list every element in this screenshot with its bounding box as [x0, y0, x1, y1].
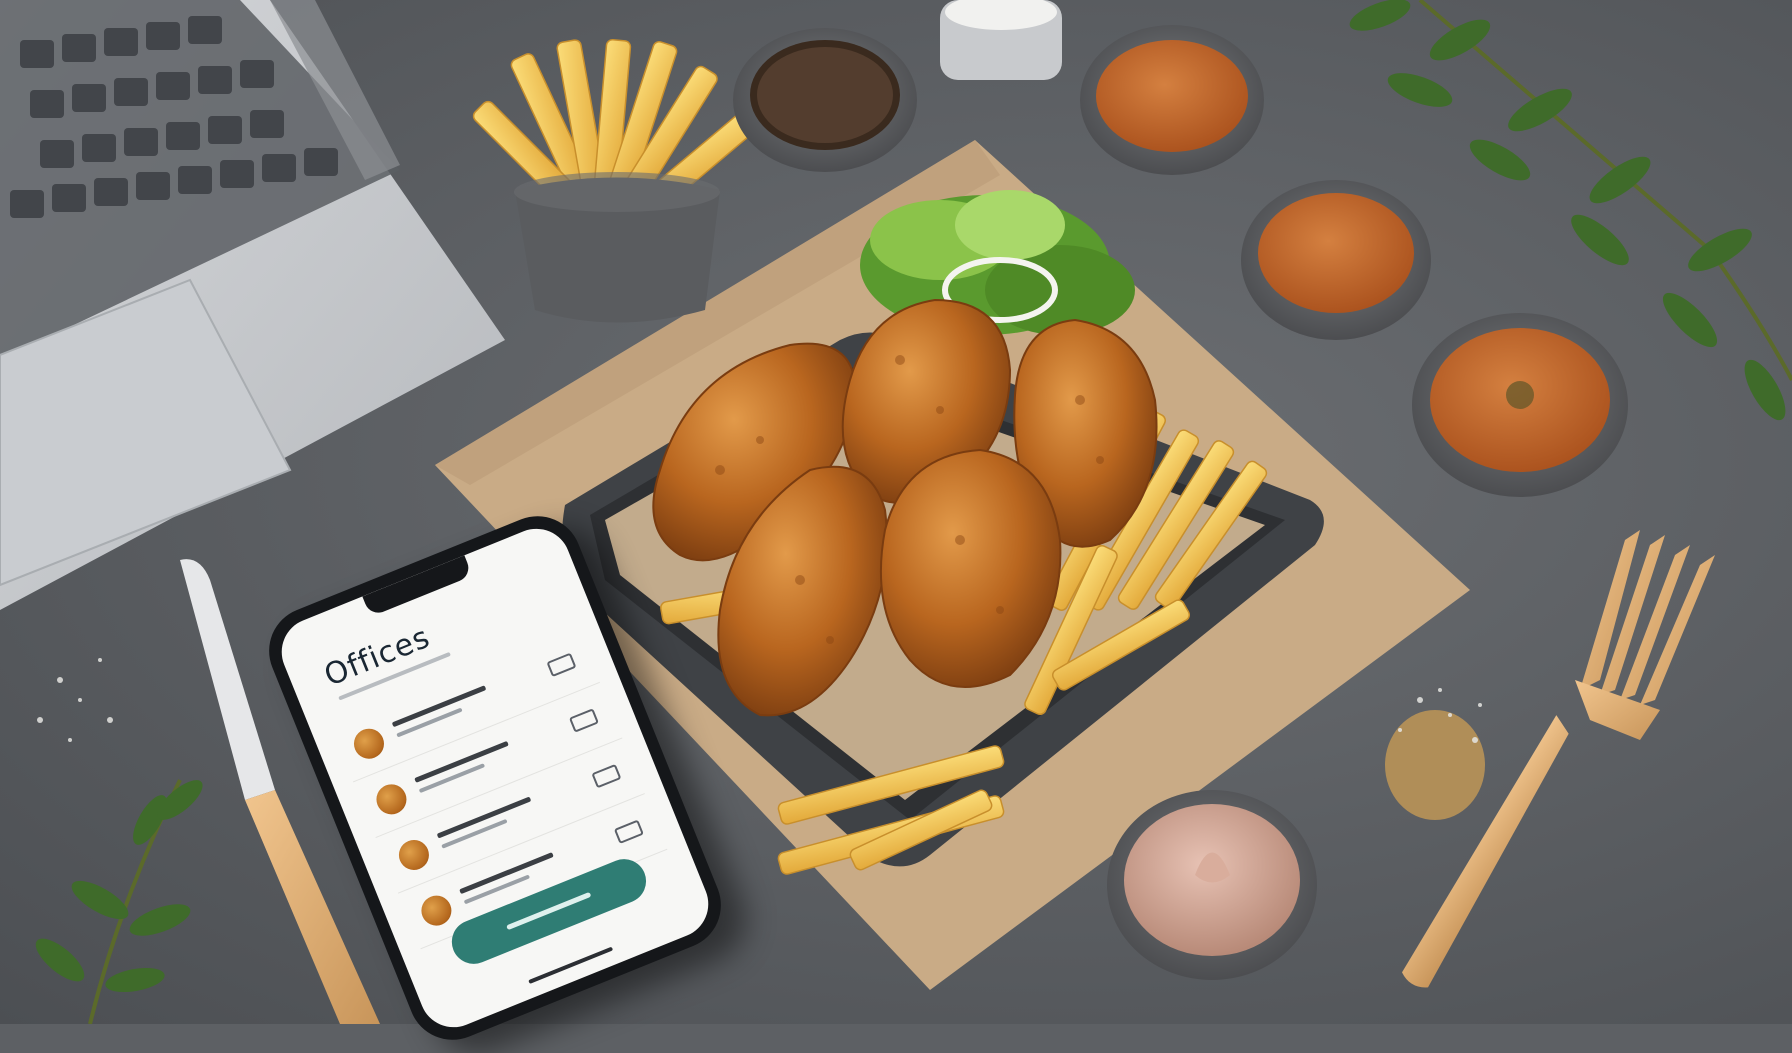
price-tag: [591, 763, 622, 789]
cream-dip-bowl: [1107, 790, 1317, 980]
home-indicator: [528, 946, 614, 985]
tabletop-scene: [0, 0, 1792, 1024]
laptop: [0, 0, 505, 610]
price-tag: [613, 819, 644, 845]
food-thumbnail: [416, 891, 456, 931]
pepper-bowl: [733, 28, 917, 172]
herb-sprig-bottom: [35, 779, 203, 1024]
sauce-bowl-1: [1080, 25, 1264, 175]
sauce-bowl-2: [1241, 180, 1431, 340]
price-tag: [568, 708, 599, 733]
price-tag: [546, 652, 577, 678]
food-thumbnail: [371, 779, 411, 819]
sauce-bowl-3: [1412, 313, 1628, 497]
food-thumbnail: [394, 835, 434, 875]
food-thumbnail: [349, 724, 389, 764]
spilled-mustard: [1385, 710, 1485, 820]
fries-cup: [472, 39, 754, 323]
salt-shaker: [940, 0, 1062, 80]
